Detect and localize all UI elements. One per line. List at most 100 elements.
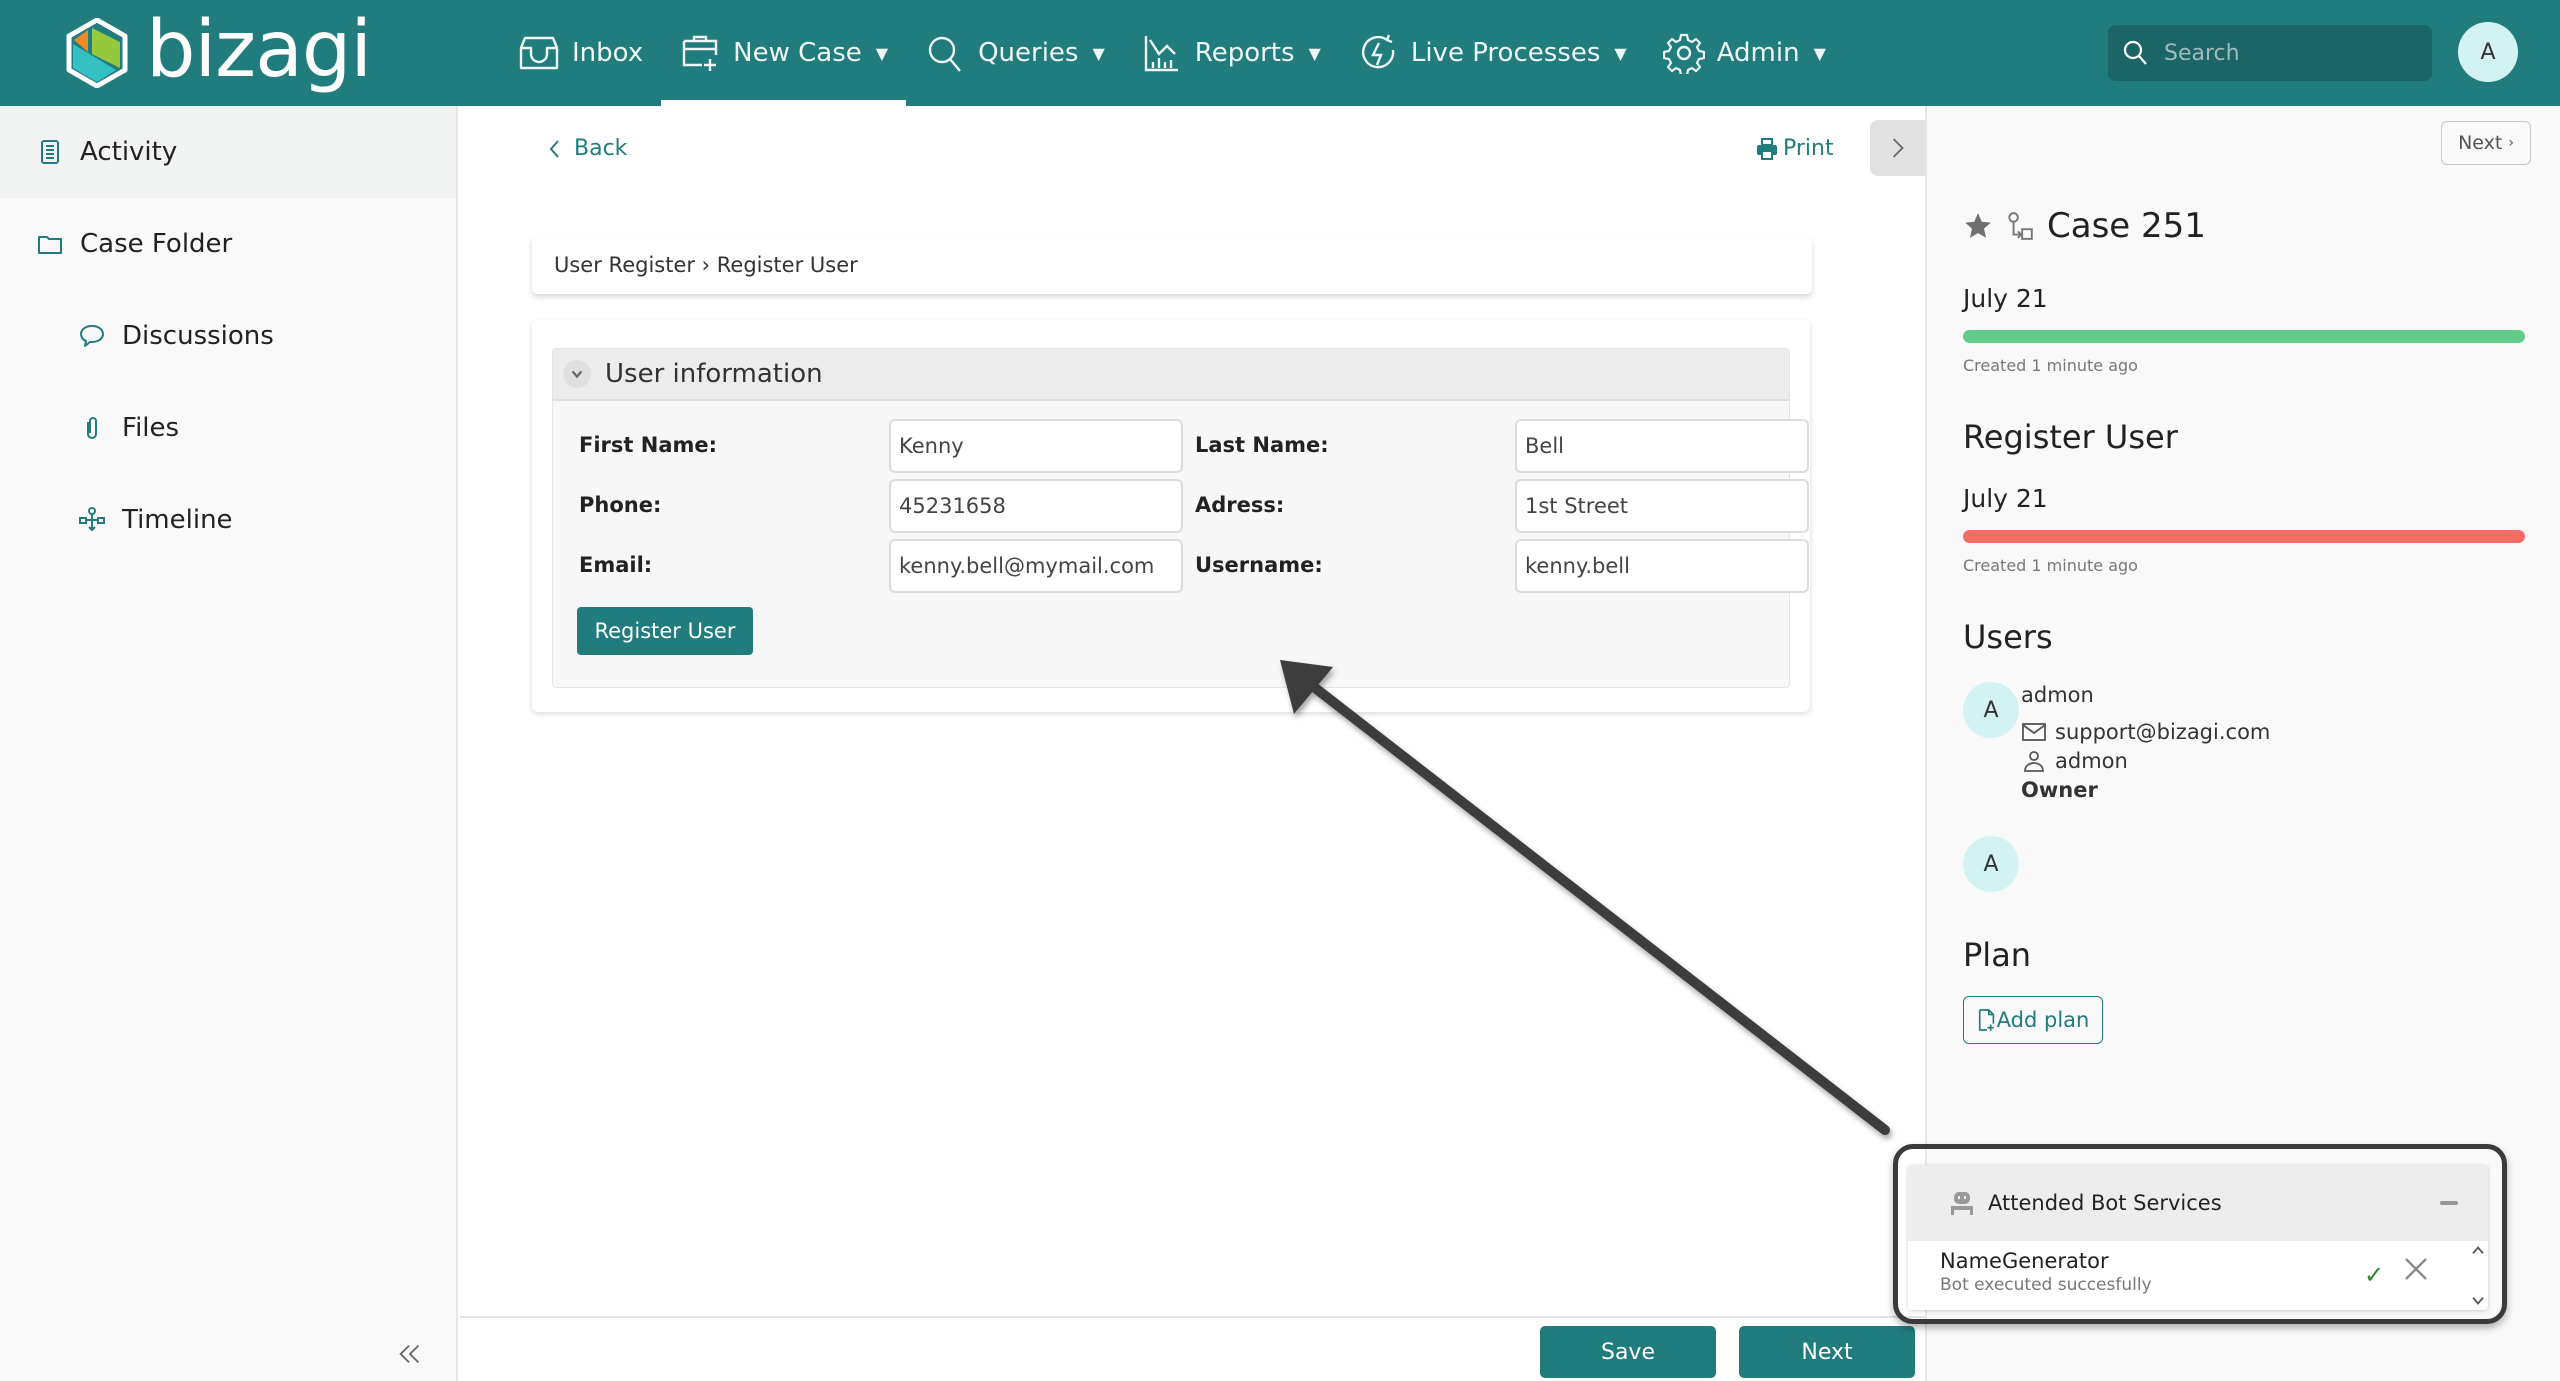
username-input[interactable]	[1515, 539, 1809, 593]
sidebar-item-label: Discussions	[122, 321, 274, 351]
search-icon	[2123, 40, 2147, 65]
nav-queries[interactable]: Queries ▼	[906, 0, 1123, 106]
form-row: First Name: Last Name:	[553, 419, 1809, 473]
nav-live-processes[interactable]: Live Processes ▼	[1339, 0, 1645, 106]
sidebar-item-case-folder[interactable]: Case Folder	[0, 198, 456, 290]
case-number: Case 251	[2047, 206, 2206, 246]
search-box	[2108, 25, 2432, 81]
user-avatar[interactable]: A	[2458, 22, 2518, 82]
case-title: Case 251	[1963, 206, 2206, 246]
mail-icon	[2022, 722, 2046, 741]
sidebar-item-label: Activity	[80, 137, 178, 167]
chevron-down-icon: ▼	[875, 43, 889, 63]
reports-icon	[1144, 36, 1178, 72]
chevron-down-icon: ▼	[1308, 43, 1321, 63]
first-name-label: First Name:	[579, 433, 718, 457]
case-created-text: Created 1 minute ago	[1963, 356, 2138, 375]
user-email-row: support@bizagi.com	[2021, 717, 2270, 746]
case-sidebar: Activity Case Folder Discussions Files T…	[0, 106, 458, 1381]
main-content: Back Print User Register › Register User…	[460, 106, 1926, 1316]
search-icon	[928, 36, 961, 72]
user-email: support@bizagi.com	[2055, 719, 2271, 744]
next-case-label: Next	[2458, 132, 2503, 154]
users-heading: Users	[1963, 618, 2053, 656]
group-title: User information	[605, 359, 823, 389]
annotation-highlight-box	[1893, 1144, 2507, 1324]
sidebar-item-files[interactable]: Files	[0, 382, 456, 474]
chevron-down-icon: ▼	[1614, 43, 1627, 63]
sidebar-item-discussions[interactable]: Discussions	[0, 290, 456, 382]
nav-inbox-label: Inbox	[572, 38, 644, 68]
nav-live-processes-label: Live Processes	[1410, 38, 1601, 68]
user-name: admon	[2021, 682, 2094, 707]
chevron-right-icon	[1892, 138, 1904, 158]
phone-input[interactable]	[889, 479, 1183, 533]
print-button[interactable]: Print	[1755, 136, 1834, 161]
add-file-icon	[1978, 1009, 1994, 1031]
next-case-button[interactable]: Next ›	[2441, 121, 2531, 165]
user-info: admon support@bizagi.com admon Owner	[2021, 680, 2270, 804]
chevron-down-icon: ▼	[1813, 43, 1826, 63]
nav-admin[interactable]: Admin ▼	[1645, 0, 1844, 106]
phone-label: Phone:	[579, 493, 662, 517]
sidebar-item-label: Case Folder	[80, 229, 233, 259]
chevron-left-icon	[549, 139, 559, 158]
main-nav: Inbox New Case ▼ Queries ▼ Reports ▼ Liv…	[500, 0, 1844, 106]
group-header[interactable]: User information	[553, 349, 1789, 401]
next-button[interactable]: Next	[1739, 1326, 1915, 1378]
chevron-down-icon	[563, 360, 591, 388]
user-information-group: User information First Name: Last Name: …	[552, 348, 1809, 688]
star-icon[interactable]	[1963, 211, 1993, 241]
back-link[interactable]: Back	[546, 136, 627, 161]
activity-icon	[41, 140, 59, 164]
task-date: July 21	[1963, 484, 2048, 513]
top-nav-bar: bizagi Inbox New Case ▼ Queries ▼ Report…	[0, 0, 2560, 106]
print-label: Print	[1783, 136, 1834, 161]
add-plan-label: Add plan	[1996, 1008, 2090, 1032]
form-row: Email: Username:	[553, 539, 1809, 593]
new-case-icon	[682, 35, 718, 71]
breadcrumb: User Register › Register User	[532, 236, 1812, 294]
chevron-down-icon: ▼	[1092, 43, 1105, 63]
task-created-text: Created 1 minute ago	[1963, 556, 2138, 575]
add-plan-button[interactable]: Add plan	[1963, 996, 2103, 1044]
last-name-input[interactable]	[1515, 419, 1809, 473]
bizagi-logo[interactable]: bizagi	[66, 5, 372, 98]
save-button[interactable]: Save	[1540, 1326, 1716, 1378]
folder-icon	[38, 236, 62, 254]
address-input[interactable]	[1515, 479, 1809, 533]
case-date: July 21	[1963, 284, 2048, 313]
form-row: Phone: Adress:	[553, 479, 1809, 533]
nav-reports-label: Reports	[1194, 38, 1295, 68]
search-input[interactable]	[2164, 40, 2424, 66]
sidebar-item-label: Files	[122, 413, 180, 443]
task-progress-bar	[1963, 530, 2525, 543]
sidebar-item-timeline[interactable]: Timeline	[0, 474, 456, 566]
user-avatar[interactable]: A	[1963, 682, 2019, 738]
printer-icon	[1757, 137, 1777, 160]
user-icon	[2024, 750, 2044, 772]
brand-name: bizagi	[146, 5, 372, 95]
first-name-input[interactable]	[889, 419, 1183, 473]
address-label: Adress:	[1195, 493, 1285, 517]
nav-inbox[interactable]: Inbox	[500, 0, 661, 106]
user-avatar[interactable]: A	[1963, 836, 2019, 892]
task-title: Register User	[1963, 418, 2178, 456]
timeline-icon	[79, 507, 105, 532]
nav-new-case[interactable]: New Case ▼	[661, 0, 907, 106]
user-username-row: admon	[2021, 746, 2270, 775]
email-label: Email:	[579, 553, 653, 577]
user-role: Owner	[2021, 777, 2098, 802]
register-user-button[interactable]: Register User	[577, 607, 753, 655]
gear-icon	[1662, 33, 1705, 74]
collapse-sidebar-button[interactable]	[390, 1334, 430, 1374]
nav-queries-label: Queries	[978, 38, 1079, 68]
double-chevron-left-icon	[399, 1344, 420, 1364]
email-input[interactable]	[889, 539, 1183, 593]
sidebar-item-activity[interactable]: Activity	[0, 106, 456, 198]
nav-reports[interactable]: Reports ▼	[1123, 0, 1339, 106]
nav-new-case-label: New Case	[733, 38, 862, 68]
live-processes-icon	[1361, 34, 1395, 69]
discussion-icon	[80, 325, 104, 347]
toggle-right-panel-button[interactable]	[1870, 120, 1926, 176]
